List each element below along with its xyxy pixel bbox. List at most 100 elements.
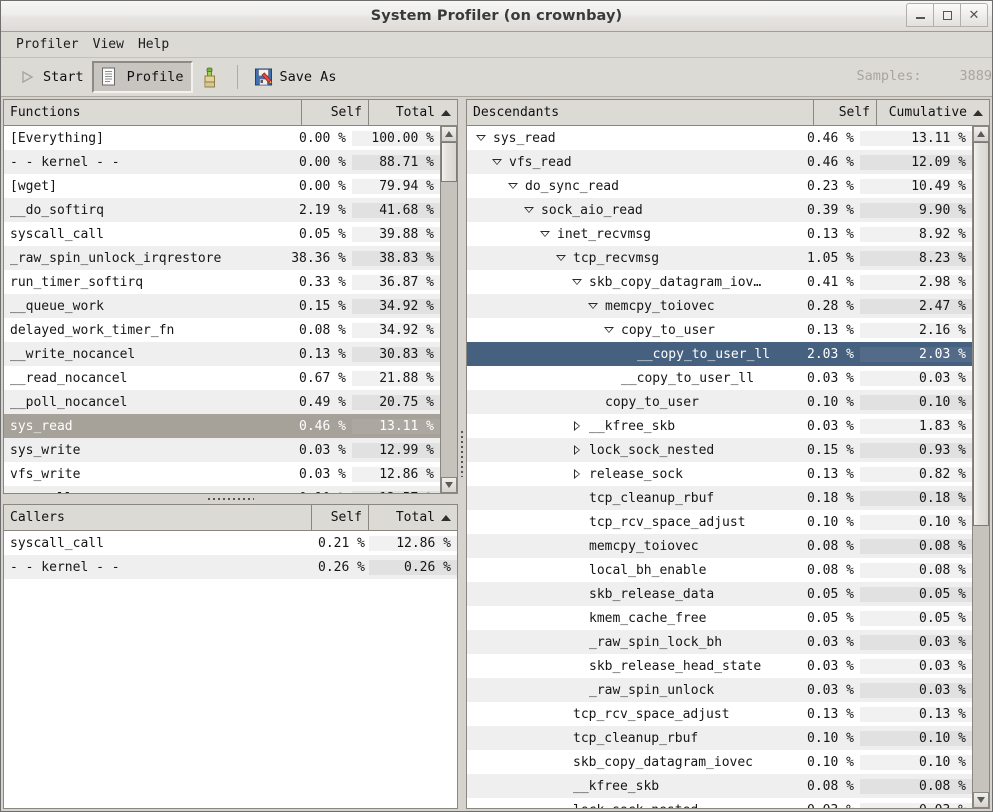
tree-expanded-icon[interactable] (505, 183, 521, 189)
functions-table-row[interactable]: vfs_write0.03 %12.86 % (4, 462, 440, 486)
functions-table-row[interactable]: [wget]0.00 %79.94 % (4, 174, 440, 198)
functions-table-row[interactable]: sys_poll0.10 %12.57 % (4, 486, 440, 493)
descendants-tree-row[interactable]: kmem_cache_free0.05 %0.05 % (467, 606, 972, 630)
functions-scroll-up-button[interactable] (441, 126, 457, 142)
functions-scroll-thumb[interactable] (441, 142, 457, 182)
menu-help[interactable]: Help (131, 35, 176, 54)
descendants-tree-row[interactable]: local_bh_enable0.08 %0.08 % (467, 558, 972, 582)
minimize-button[interactable] (906, 3, 934, 27)
functions-table-body[interactable]: [Everything]0.00 %100.00 %- - kernel - -… (4, 126, 440, 493)
functions-callers-splitter[interactable] (3, 494, 458, 504)
descendants-scroll-track[interactable] (973, 142, 989, 792)
descendants-table-body[interactable]: sys_read0.46 %13.11 %vfs_read0.46 %12.09… (467, 126, 972, 808)
tree-expanded-icon[interactable] (553, 255, 569, 261)
descendants-tree-row[interactable]: skb_release_head_state0.03 %0.03 % (467, 654, 972, 678)
functions-table-row[interactable]: __do_softirq2.19 %41.68 % (4, 198, 440, 222)
tree-expanded-icon[interactable] (601, 327, 617, 333)
descendants-tree-row[interactable]: lock_sock_nested0.15 %0.93 % (467, 438, 972, 462)
tree-expanded-icon[interactable] (585, 303, 601, 309)
functions-table-row[interactable]: syscall_call0.05 %39.88 % (4, 222, 440, 246)
functions-table-row[interactable]: [Everything]0.00 %100.00 % (4, 126, 440, 150)
callers-column-header-total[interactable]: Total (369, 505, 457, 530)
descendants-tree-row[interactable]: _raw_spin_lock_bh0.03 %0.03 % (467, 630, 972, 654)
functions-table-row[interactable]: __poll_nocancel0.49 %20.75 % (4, 390, 440, 414)
maximize-button[interactable] (933, 3, 961, 27)
functions-column-header-name[interactable]: Functions (4, 100, 302, 125)
descendants-tree-row[interactable]: __kfree_skb0.08 %0.08 % (467, 774, 972, 798)
descendants-tree-row[interactable]: __copy_to_user_ll2.03 %2.03 % (467, 342, 972, 366)
functions-column-header-total[interactable]: Total (369, 100, 457, 125)
tree-collapsed-icon[interactable] (569, 469, 585, 479)
descendants-scroll-down-button[interactable] (973, 792, 989, 808)
functions-table-row[interactable]: sys_write0.03 %12.99 % (4, 438, 440, 462)
descendants-tree-row[interactable]: skb_copy_datagram_iov…0.41 %2.98 % (467, 270, 972, 294)
descendants-tree-row[interactable]: tcp_recvmsg1.05 %8.23 % (467, 246, 972, 270)
descendants-tree-row[interactable]: memcpy_toiovec0.28 %2.47 % (467, 294, 972, 318)
row-function-name: lock_sock_nested (467, 803, 797, 809)
close-button[interactable]: ✕ (960, 3, 988, 27)
row-function-name: - - kernel - - (4, 155, 285, 170)
row-self-value: 0.13 % (797, 707, 860, 722)
callers-table-body[interactable]: syscall_call0.21 %12.86 %- - kernel - -0… (4, 531, 457, 808)
descendants-tree-row[interactable]: lock_sock_nested0.03 %0.03 % (467, 798, 972, 808)
row-function-name: local_bh_enable (467, 563, 797, 578)
start-button[interactable]: Start (9, 61, 92, 93)
tree-expanded-icon[interactable] (537, 231, 553, 237)
functions-table-row[interactable]: __read_nocancel0.67 %21.88 % (4, 366, 440, 390)
descendants-tree-row[interactable]: tcp_rcv_space_adjust0.10 %0.10 % (467, 510, 972, 534)
descendants-tree-row[interactable]: sys_read0.46 %13.11 % (467, 126, 972, 150)
descendants-tree-row[interactable]: copy_to_user0.10 %0.10 % (467, 390, 972, 414)
descendants-tree-row[interactable]: copy_to_user0.13 %2.16 % (467, 318, 972, 342)
descendants-tree-row[interactable]: _raw_spin_unlock0.03 %0.03 % (467, 678, 972, 702)
descendants-scrollbar[interactable] (972, 126, 989, 808)
functions-column-header-self[interactable]: Self (302, 100, 369, 125)
tree-expanded-icon[interactable] (489, 159, 505, 165)
tree-expanded-icon[interactable] (473, 135, 489, 141)
profile-button[interactable]: Profile (92, 61, 193, 93)
descendants-tree-row[interactable]: vfs_read0.46 %12.09 % (467, 150, 972, 174)
descendants-tree-row[interactable]: sock_aio_read0.39 %9.90 % (467, 198, 972, 222)
descendants-tree-row[interactable]: do_sync_read0.23 %10.49 % (467, 174, 972, 198)
callers-table-row[interactable]: - - kernel - -0.26 %0.26 % (4, 555, 457, 579)
descendants-tree-row[interactable]: skb_copy_datagram_iovec0.10 %0.10 % (467, 750, 972, 774)
callers-column-header-name[interactable]: Callers (4, 505, 312, 530)
descendants-scroll-up-button[interactable] (973, 126, 989, 142)
functions-table-row[interactable]: run_timer_softirq0.33 %36.87 % (4, 270, 440, 294)
functions-table-row[interactable]: _raw_spin_unlock_irqrestore38.36 %38.83 … (4, 246, 440, 270)
descendants-column-header-cumulative[interactable]: Cumulative (877, 100, 989, 125)
tree-expanded-icon[interactable] (521, 207, 537, 213)
menu-view[interactable]: View (86, 35, 131, 54)
descendants-tree-row[interactable]: tcp_cleanup_rbuf0.10 %0.10 % (467, 726, 972, 750)
clear-button[interactable] (193, 61, 229, 93)
callers-table-row[interactable]: syscall_call0.21 %12.86 % (4, 531, 457, 555)
functions-table-row[interactable]: - - kernel - -0.00 %88.71 % (4, 150, 440, 174)
descendants-column-header-name[interactable]: Descendants (467, 100, 814, 125)
callers-column-header-self[interactable]: Self (312, 505, 369, 530)
functions-scroll-down-button[interactable] (441, 477, 457, 493)
row-total-value: 30.83 % (352, 347, 440, 362)
row-cumulative-value: 0.10 % (860, 755, 972, 770)
descendants-scroll-thumb[interactable] (973, 142, 989, 526)
tree-expanded-icon[interactable] (569, 279, 585, 285)
save-as-button[interactable]: Save As (246, 61, 345, 93)
menu-profiler[interactable]: Profiler (9, 35, 86, 54)
descendants-tree-row[interactable]: inet_recvmsg0.13 %8.92 % (467, 222, 972, 246)
descendants-tree-row[interactable]: skb_release_data0.05 %0.05 % (467, 582, 972, 606)
panels-splitter[interactable] (458, 99, 466, 809)
tree-collapsed-icon[interactable] (569, 421, 585, 431)
descendants-tree-row[interactable]: __copy_to_user_ll0.03 %0.03 % (467, 366, 972, 390)
functions-scroll-track[interactable] (441, 142, 457, 477)
descendants-tree-row[interactable]: tcp_rcv_space_adjust0.13 %0.13 % (467, 702, 972, 726)
functions-table-row[interactable]: delayed_work_timer_fn0.08 %34.92 % (4, 318, 440, 342)
functions-table-row[interactable]: __queue_work0.15 %34.92 % (4, 294, 440, 318)
descendants-tree-row[interactable]: release_sock0.13 %0.82 % (467, 462, 972, 486)
descendants-column-header-self[interactable]: Self (814, 100, 877, 125)
functions-table-row[interactable]: __write_nocancel0.13 %30.83 % (4, 342, 440, 366)
functions-scrollbar[interactable] (440, 126, 457, 493)
descendants-tree-row[interactable]: memcpy_toiovec0.08 %0.08 % (467, 534, 972, 558)
functions-table-row[interactable]: sys_read0.46 %13.11 % (4, 414, 440, 438)
descendants-tree-row[interactable]: tcp_cleanup_rbuf0.18 %0.18 % (467, 486, 972, 510)
tree-collapsed-icon[interactable] (569, 445, 585, 455)
descendants-tree-row[interactable]: __kfree_skb0.03 %1.83 % (467, 414, 972, 438)
toolbar-separator (237, 65, 238, 89)
